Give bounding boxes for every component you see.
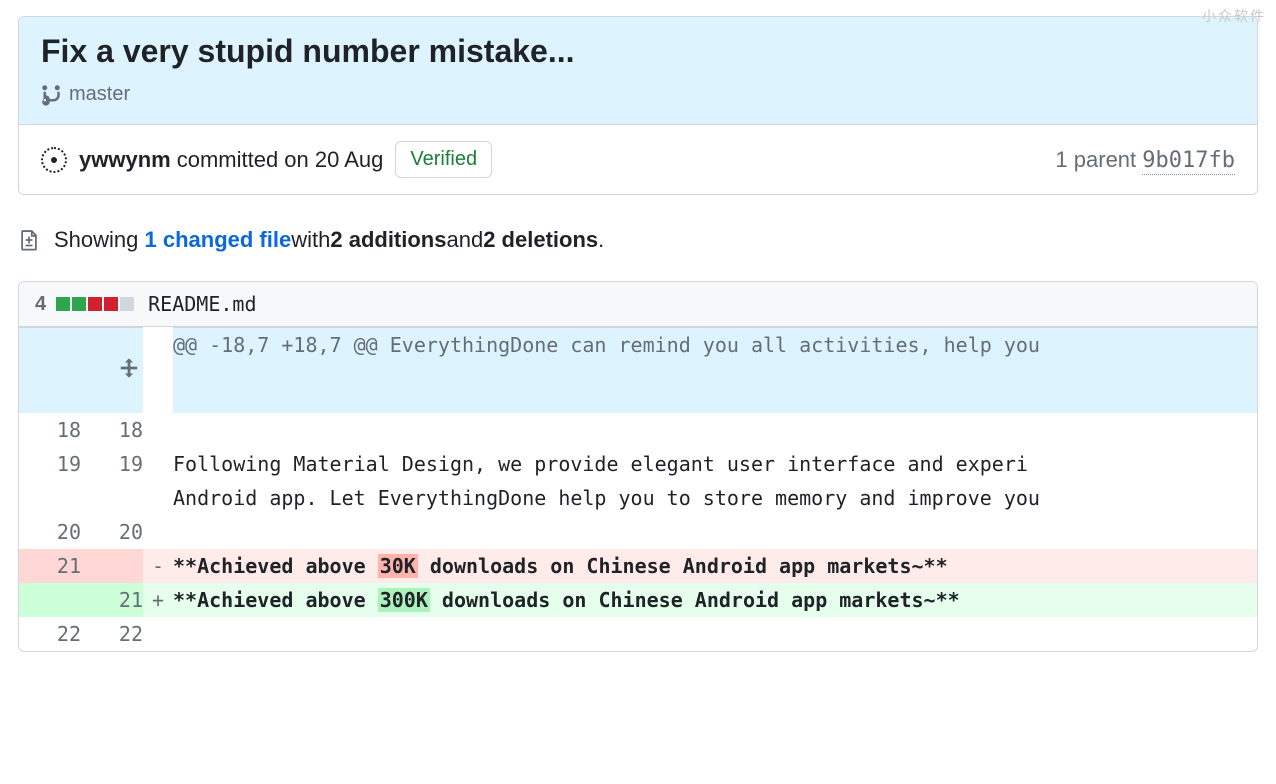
stat-green	[56, 297, 70, 311]
deletions-count: 2 deletions	[483, 227, 598, 253]
line-num-new[interactable]: 20	[81, 515, 143, 549]
git-branch-icon	[41, 82, 61, 106]
file-diff-icon	[18, 227, 40, 253]
line-num-new[interactable]: 21	[81, 583, 143, 617]
commit-meta-left: ywwynm committed on 20 Aug Verified	[41, 141, 492, 178]
line-num-old[interactable]: 18	[19, 413, 81, 447]
code-line: **Achieved above 30K downloads on Chines…	[173, 549, 1257, 583]
commit-box: Fix a very stupid number mistake... mast…	[18, 16, 1258, 195]
file-changes-count: 4	[35, 293, 46, 316]
diff-row: 2020	[19, 515, 1257, 549]
line-num-new[interactable]: 19	[81, 447, 143, 481]
avatar[interactable]	[41, 147, 67, 173]
diffstat-bar: Showing 1 changed file with 2 additions …	[18, 227, 1258, 253]
stat-red	[88, 297, 102, 311]
line-num-old[interactable]: 22	[19, 617, 81, 651]
diff-sign	[143, 413, 173, 447]
file-diff: 4 README.md @@ -18,7 +18,7 @@ Everything…	[18, 281, 1258, 652]
diffstat-with: with	[291, 227, 330, 253]
diffstat-showing: Showing	[54, 227, 138, 253]
branch-row[interactable]: master	[41, 82, 1235, 106]
branch-name[interactable]: master	[69, 83, 130, 106]
hunk-header-row: @@ -18,7 +18,7 @@ EverythingDone can rem…	[19, 328, 1257, 414]
diff-sign	[143, 447, 173, 481]
parent-sha[interactable]: 9b017fb	[1142, 148, 1235, 175]
diffstat-and: and	[446, 227, 483, 253]
code-line	[173, 515, 1257, 549]
parent-text: 1 parent	[1055, 147, 1136, 172]
commit-title: Fix a very stupid number mistake...	[41, 33, 1235, 70]
expand-button[interactable]	[19, 328, 143, 414]
line-num-new[interactable]	[81, 549, 143, 583]
line-num-old[interactable]: 21	[19, 549, 81, 583]
diff-sign	[143, 481, 173, 515]
changed-files-link[interactable]: 1 changed file	[145, 227, 292, 253]
diff-table: @@ -18,7 +18,7 @@ EverythingDone can rem…	[19, 327, 1257, 651]
diff-sign: +	[143, 583, 173, 617]
verified-badge[interactable]: Verified	[395, 141, 492, 178]
file-header: 4 README.md	[19, 282, 1257, 327]
diff-sign	[143, 515, 173, 549]
code-line	[173, 617, 1257, 651]
unfold-icon	[118, 357, 140, 379]
diff-row: Android app. Let EverythingDone help you…	[19, 481, 1257, 515]
hunk-sign	[143, 328, 173, 414]
commit-meta-right: 1 parent 9b017fb	[1055, 147, 1235, 173]
line-num-new[interactable]: 22	[81, 617, 143, 651]
stat-grey	[120, 297, 134, 311]
stat-red	[104, 297, 118, 311]
code-line: Android app. Let EverythingDone help you…	[173, 481, 1257, 515]
diff-sign	[143, 617, 173, 651]
commit-meta: ywwynm committed on 20 Aug Verified 1 pa…	[19, 124, 1257, 194]
line-num-new[interactable]	[81, 481, 143, 515]
line-num-new[interactable]: 18	[81, 413, 143, 447]
additions-count: 2 additions	[330, 227, 446, 253]
diff-row: 2222	[19, 617, 1257, 651]
committed-text: committed on 20 Aug	[177, 147, 384, 173]
code-line: Following Material Design, we provide el…	[173, 447, 1257, 481]
diff-row: 21+**Achieved above 300K downloads on Ch…	[19, 583, 1257, 617]
file-name[interactable]: README.md	[148, 292, 256, 316]
line-num-old[interactable]	[19, 583, 81, 617]
line-num-old[interactable]	[19, 481, 81, 515]
diff-row: 21 -**Achieved above 30K downloads on Chi…	[19, 549, 1257, 583]
diffstat-period: .	[598, 227, 604, 253]
code-line	[173, 413, 1257, 447]
diff-row: 1818	[19, 413, 1257, 447]
commit-header: Fix a very stupid number mistake... mast…	[19, 17, 1257, 124]
diff-row: 1919 Following Material Design, we provid…	[19, 447, 1257, 481]
line-num-old[interactable]: 19	[19, 447, 81, 481]
diff-sign: -	[143, 549, 173, 583]
hunk-header: @@ -18,7 +18,7 @@ EverythingDone can rem…	[173, 328, 1257, 414]
line-num-old[interactable]: 20	[19, 515, 81, 549]
watermark: 小众软件	[1202, 6, 1266, 26]
stat-green	[72, 297, 86, 311]
diffstat-blocks	[56, 297, 134, 311]
author-link[interactable]: ywwynm	[79, 147, 171, 173]
code-line: **Achieved above 300K downloads on Chine…	[173, 583, 1257, 617]
